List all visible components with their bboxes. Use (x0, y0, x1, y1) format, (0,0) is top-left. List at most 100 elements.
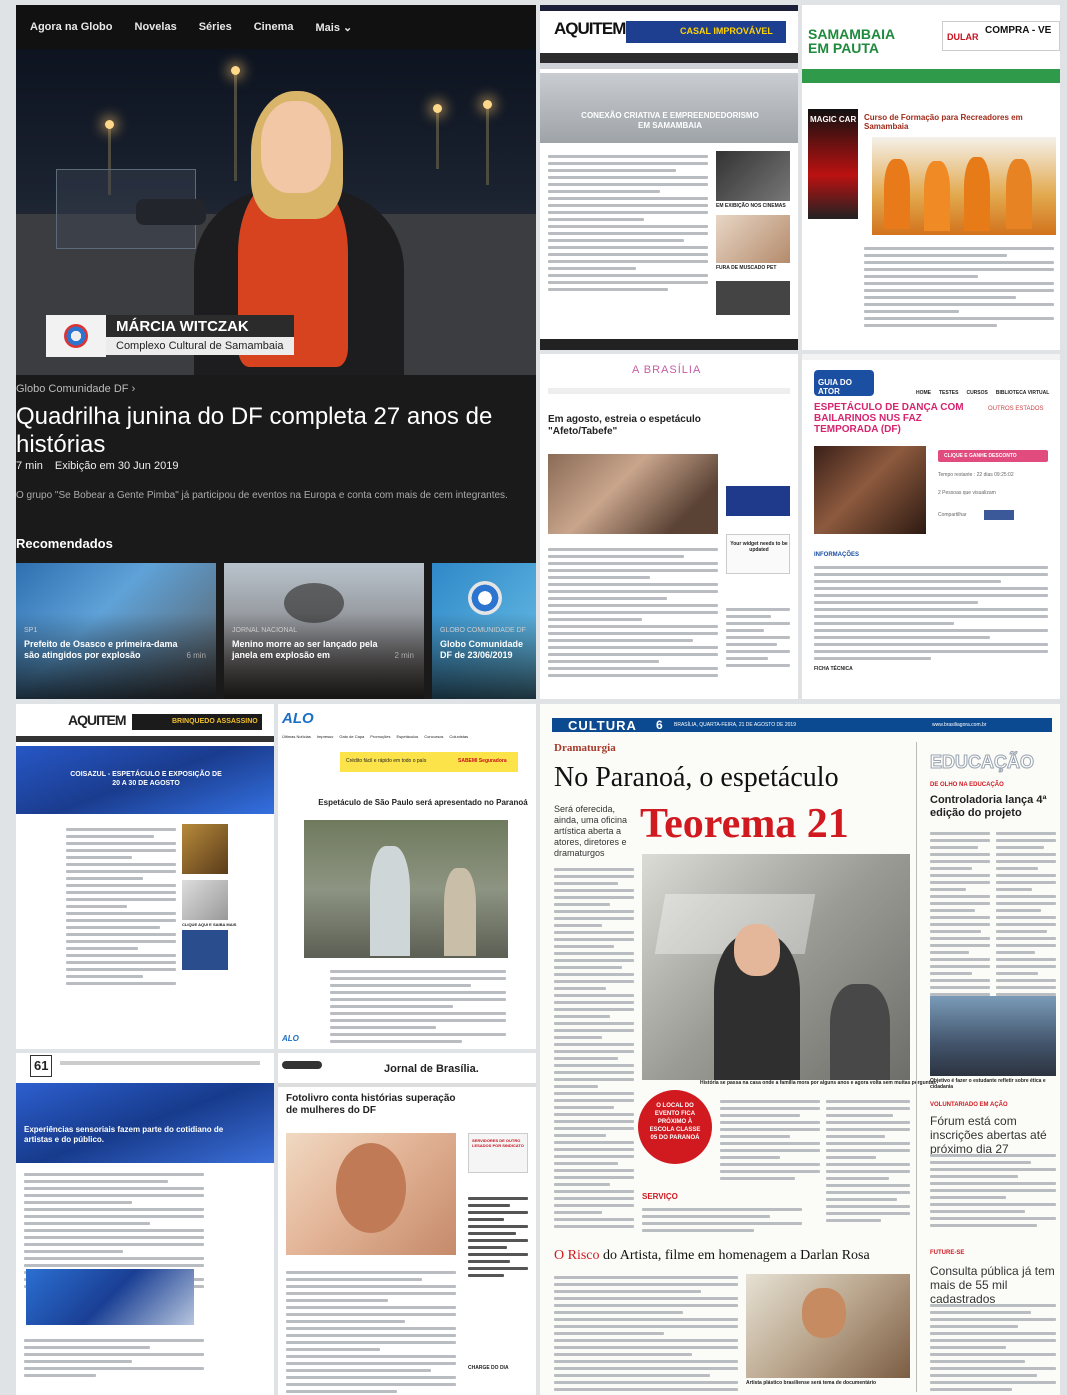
clipping-samambaia-em-pauta: SAMAMBAIA EM PAUTA DULAR COMPRA - VE MAG… (802, 5, 1060, 350)
thumb-category: SP1 (24, 627, 38, 634)
ad-banner[interactable]: CASAL IMPROVÁVEL (626, 21, 786, 43)
logo-icon: GUIA DO ATOR (814, 370, 874, 396)
side-ad-label: FURA DE MUSCADO PET (716, 265, 777, 271)
discount-button[interactable]: CLIQUE E GANHE DESCONTO (938, 450, 1048, 462)
masthead: SAMAMBAIA EM PAUTA (808, 26, 895, 56)
share-icons[interactable] (984, 510, 1014, 520)
main-nav: HOME TESTES CURSOS BIBLIOTECA VIRTUAL (916, 390, 1049, 396)
nav-item-series[interactable]: Séries (199, 21, 232, 33)
side-box-label: SERVIDORES DE OUTRO LESADOS POR SINDICAT… (472, 1138, 524, 1148)
masthead: AQUITEM (554, 19, 626, 38)
article-photo (548, 454, 718, 534)
side-widget[interactable] (726, 486, 790, 516)
tech-sheet-heading: FICHA TÉCNICA (814, 666, 853, 672)
hero-image: COISAZUL - ESPETÁCULO E EXPOSIÇÃO DE 20 … (16, 746, 274, 814)
side-caption: Objetivo é fazer o estudante refletir so… (930, 1078, 1046, 1090)
social-icons[interactable] (282, 1061, 322, 1069)
chevron-down-icon: ⌄ (343, 21, 353, 34)
side-ad-image[interactable] (182, 930, 228, 970)
nav-item-mais[interactable]: Mais ⌄ (315, 21, 352, 34)
recommended-item[interactable]: SP1 Prefeito de Osasco e primeira-dama s… (16, 563, 216, 699)
time-left: Tempo restante : 22 dias 09:25:02 (938, 472, 1014, 478)
side-ad[interactable]: MAGIC CAR (808, 109, 858, 219)
ad-banner-text: BRINQUEDO ASSASSINO (172, 718, 258, 725)
nav-item[interactable]: Espetáculos (397, 734, 419, 739)
recommended-item[interactable]: GLOBO COMUNIDADE DF Globo Comunidade DF … (432, 563, 536, 699)
side-box[interactable]: SERVIDORES DE OUTRO LESADOS POR SINDICAT… (468, 1133, 528, 1173)
hero-headline: COISAZUL - ESPETÁCULO E EXPOSIÇÃO DE 20 … (70, 771, 222, 787)
nav-cursos[interactable]: CURSOS (966, 390, 987, 396)
top-bar (540, 5, 798, 11)
charge-heading: CHARGE DO DIA (468, 1365, 509, 1371)
side-body (930, 1150, 1056, 1231)
column-body (554, 1272, 738, 1395)
footer-logo: ALO (282, 1034, 299, 1043)
side-ad-label: MAGIC CAR (810, 115, 857, 124)
article-body (548, 544, 718, 681)
article-headline: Espetáculo de São Paulo será apresentado… (318, 798, 528, 807)
ad-text: COMPRA - VE (985, 25, 1052, 36)
main-nav: Últimas Notícias Impresso Gato de Capa P… (282, 734, 468, 739)
nav-bar (60, 1061, 260, 1065)
article-photo (814, 446, 926, 534)
clipping-cultura-newspaper: CULTURA 6 BRASÍLIA, QUARTA-FEIRA, 21 DE … (540, 704, 1060, 1395)
chevron-right-icon: › (131, 383, 136, 395)
clipping-aquitem-top: AQUITEM CASAL IMPROVÁVEL CONEXÃO CRIATIV… (540, 5, 798, 350)
side-ad-image[interactable] (182, 880, 228, 920)
side-photo (930, 996, 1056, 1076)
breadcrumb[interactable]: Globo Comunidade DF › (16, 383, 135, 395)
nav-item-novelas[interactable]: Novelas (135, 21, 177, 33)
ad-brand: DULAR (947, 32, 979, 42)
masthead: Jornal de Brasília. (384, 1063, 479, 1075)
nav-biblioteca[interactable]: BIBLIOTECA VIRTUAL (996, 390, 1049, 396)
nav-item-agora[interactable]: Agora na Globo (30, 21, 113, 33)
nav-item[interactable]: Impresso (317, 734, 333, 739)
video-meta: 7 min Exibição em 30 Jun 2019 (16, 460, 178, 472)
reporter-face (261, 101, 331, 193)
gallery-image[interactable] (26, 1269, 194, 1325)
discount-button-label: CLIQUE E GANHE DESCONTO (944, 453, 1017, 459)
side-ad-image[interactable] (182, 824, 228, 874)
article-body (66, 824, 176, 989)
ad-text: Crédito fácil e rápido em todo o país (346, 758, 427, 764)
ad-banner[interactable]: DULAR COMPRA - VE (942, 21, 1060, 51)
video-player[interactable]: MÁRCIA WITCZAK Complexo Cultural de Sama… (16, 49, 536, 375)
second-photo (746, 1274, 910, 1378)
category-tag[interactable]: OUTROS ESTADOS (988, 406, 1044, 412)
side-ad-image[interactable] (716, 151, 790, 201)
side-kicker: DE OLHO NA EDUCAÇÃO (930, 782, 1004, 788)
nav-home[interactable]: HOME (916, 390, 931, 396)
ad-banner[interactable]: Crédito fácil e rápido em todo o país SA… (340, 752, 518, 772)
nav-item[interactable]: Gato de Capa (339, 734, 364, 739)
clipping-jornal-de-brasilia: Jornal de Brasília. Fotolivro conta hist… (278, 1053, 536, 1395)
nav-testes[interactable]: TESTES (939, 390, 958, 396)
recommended-item[interactable]: JORNAL NACIONAL Menino morre ao ser lanç… (224, 563, 424, 699)
nav-item-cinema[interactable]: Cinema (254, 21, 294, 33)
ad-brand: SABEMI Seguradora (458, 758, 507, 764)
portrait-face (336, 1143, 406, 1233)
side-ad-image[interactable] (716, 281, 790, 315)
clipping-aquitem-bottom: AQUITEM BRINQUEDO ASSASSINO COISAZUL - E… (16, 704, 274, 1049)
widget-note: Your widget needs to be updated (730, 541, 788, 553)
second-caption: Artista plástico brasiliense será tema d… (746, 1380, 877, 1386)
person (444, 868, 476, 956)
thumb-title: Prefeito de Osasco e primeira-dama são a… (24, 639, 178, 660)
side-ad-image[interactable] (716, 215, 790, 263)
section-name: CULTURA (568, 718, 637, 733)
side-kicker-3: FUTURE-SE (930, 1250, 965, 1256)
thumb-duration: 2 min (394, 651, 414, 660)
nav-item[interactable]: Concursos (424, 734, 443, 739)
masthead: ALO (282, 710, 314, 727)
nav-item[interactable]: Colunistas (449, 734, 468, 739)
nav-item[interactable]: Últimas Notícias (282, 734, 311, 739)
video-duration: 7 min (16, 460, 43, 472)
nav-bar (16, 736, 274, 742)
second-headline-red: O Risco (554, 1248, 600, 1263)
nav-bar (540, 53, 798, 63)
article-body (814, 562, 1048, 664)
globo-video-panel: Agora na Globo Novelas Séries Cinema Mai… (16, 5, 536, 699)
thumb-title: Menino morre ao ser lançado pela janela … (232, 639, 378, 660)
clipping-alo: ALO Últimas Notícias Impresso Gato de Ca… (278, 704, 536, 1049)
nav-item[interactable]: Promoções (370, 734, 390, 739)
ad-banner[interactable]: BRINQUEDO ASSASSINO (132, 714, 262, 730)
